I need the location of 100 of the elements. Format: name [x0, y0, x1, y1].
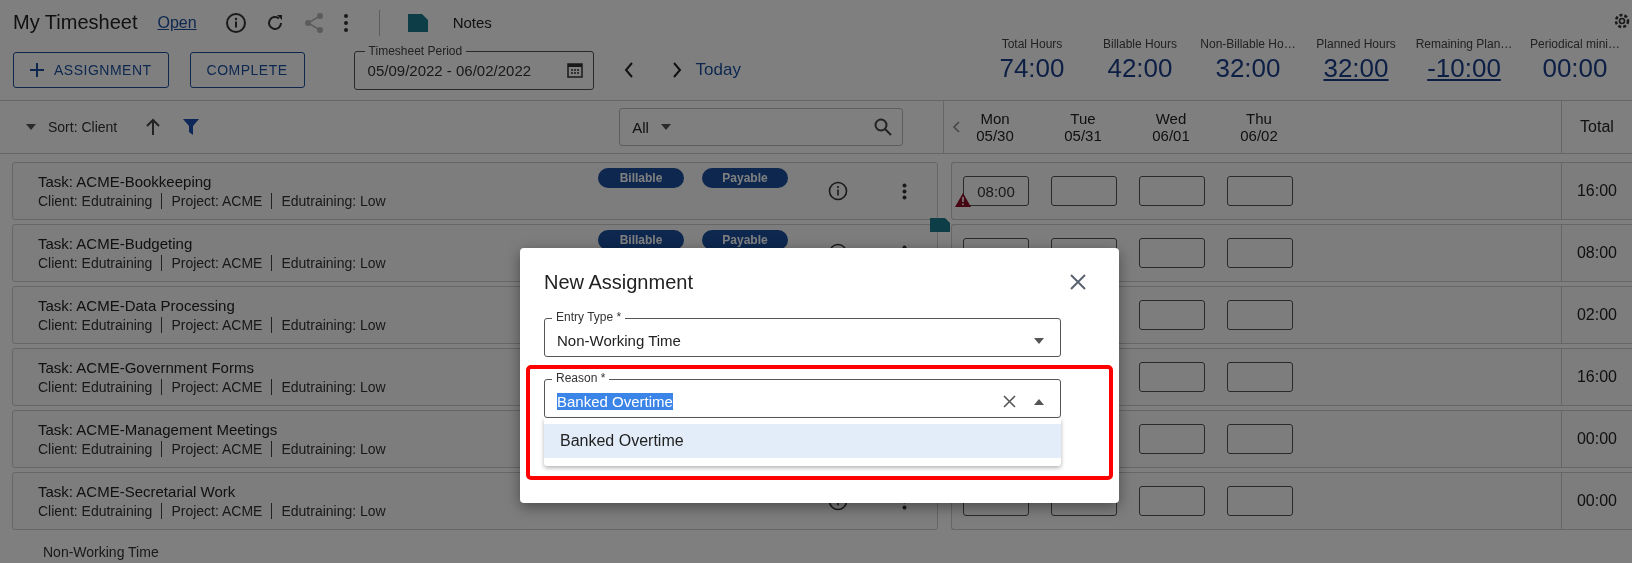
row-total: 16:00 — [1561, 163, 1632, 219]
hours-input[interactable] — [1139, 176, 1205, 206]
task-detail: Project: ACME — [161, 441, 272, 457]
plus-icon — [30, 63, 44, 77]
task-detail: Edutraining: Low — [271, 503, 395, 519]
summary-label: Remaining Plan… — [1415, 37, 1513, 51]
today-link[interactable]: Today — [695, 60, 741, 80]
summary-link[interactable]: -10:00 — [1427, 53, 1501, 84]
chevron-left-icon[interactable] — [952, 121, 960, 133]
hours-input[interactable] — [1051, 176, 1117, 206]
tag-badge: Payable — [702, 230, 788, 250]
filter-icon[interactable] — [183, 119, 200, 135]
day-date: 06/01 — [1152, 127, 1190, 144]
status-link[interactable]: Open — [157, 13, 197, 32]
task-detail: Client: Edutraining — [38, 379, 154, 395]
row-total: 00:00 — [1561, 473, 1632, 529]
task-detail: Edutraining: Low — [271, 379, 395, 395]
total-header: Total — [1561, 101, 1632, 153]
task-title: Task: ACME-Data Processing — [38, 297, 236, 314]
hours-input[interactable] — [1227, 424, 1293, 454]
field-value: Banked Overtime — [557, 393, 673, 410]
summary-value: 00:00 — [1542, 53, 1608, 84]
notes-label[interactable]: Notes — [452, 14, 492, 31]
caret-icon — [660, 124, 671, 130]
info-icon[interactable] — [828, 181, 848, 201]
filter-dropdown[interactable]: All — [619, 108, 904, 146]
tag-badge: Payable — [702, 168, 788, 188]
hours-input[interactable] — [1227, 176, 1293, 206]
group-label: Non-Working Time — [43, 544, 160, 560]
sort-label[interactable]: Sort: Client — [48, 119, 118, 135]
task-detail: Project: ACME — [161, 379, 272, 395]
task-detail: Edutraining: Low — [271, 255, 395, 271]
task-detail: Edutraining: Low — [271, 193, 395, 209]
hours-input[interactable] — [1139, 486, 1205, 516]
calendar-icon[interactable] — [566, 62, 583, 78]
next-icon[interactable] — [671, 62, 682, 78]
day-date: 05/31 — [1064, 127, 1102, 144]
more-icon[interactable] — [902, 182, 907, 200]
hours-input[interactable] — [1139, 300, 1205, 330]
settings-icon[interactable] — [1612, 11, 1632, 31]
hours-input[interactable] — [1227, 486, 1293, 516]
task-title: Task: ACME-Government Forms — [38, 359, 255, 376]
close-icon[interactable] — [1070, 274, 1086, 290]
summary-link[interactable]: 32:00 — [1323, 53, 1389, 84]
hours-input[interactable] — [1227, 300, 1293, 330]
previous-icon[interactable] — [623, 62, 634, 78]
add-assignment-button[interactable]: ASSIGNMENT — [13, 52, 169, 88]
day-header: Thu — [1246, 110, 1272, 127]
note-icon[interactable] — [407, 13, 428, 32]
task-detail: Client: Edutraining — [38, 503, 154, 519]
note-icon[interactable] — [930, 218, 950, 232]
task-detail: Client: Edutraining — [38, 193, 154, 209]
task-detail: Client: Edutraining — [38, 441, 154, 457]
task-detail: Project: ACME — [161, 193, 272, 209]
day-date: 05/30 — [976, 127, 1014, 144]
caret-icon — [1034, 337, 1044, 344]
task-detail: Project: ACME — [161, 317, 272, 333]
hours-input[interactable] — [1139, 238, 1205, 268]
row-total: 16:00 — [1561, 349, 1632, 405]
task-detail: Client: Edutraining — [38, 317, 154, 333]
page-title: My Timesheet — [13, 11, 138, 34]
field-label: Timesheet Period — [364, 43, 467, 58]
day-header: Tue — [1070, 110, 1096, 127]
task-detail: Project: ACME — [161, 255, 272, 271]
day-header: Wed — [1155, 110, 1187, 127]
hours-input[interactable] — [1227, 362, 1293, 392]
summary-value: 74:00 — [999, 53, 1065, 84]
day-header: Mon — [980, 110, 1010, 127]
caret-icon[interactable] — [26, 124, 36, 130]
row-total: 08:00 — [1561, 225, 1632, 281]
hours-input[interactable] — [1139, 362, 1205, 392]
task-detail: Edutraining: Low — [271, 317, 395, 333]
row-total: 00:00 — [1561, 411, 1632, 467]
complete-button[interactable]: COMPLETE — [189, 52, 305, 88]
task-card[interactable]: Task: ACME-Bookkeeping Client: Edutraining Project: ACME Edutraining: Low Billable Payable — [12, 162, 938, 220]
summary-value: 32:00 — [1215, 53, 1281, 84]
task-title: Task: ACME-Budgeting — [38, 235, 194, 252]
hours-input[interactable] — [1227, 238, 1293, 268]
search-icon[interactable] — [874, 118, 893, 136]
info-icon[interactable] — [224, 11, 247, 34]
summary-label: Total Hours — [1001, 37, 1063, 51]
task-title: Task: ACME-Secretarial Work — [38, 483, 237, 500]
hours-input[interactable]: 08:00 — [963, 176, 1029, 206]
hours-input[interactable] — [1139, 424, 1205, 454]
day-date: 06/02 — [1240, 127, 1278, 144]
tag-badge: Billable — [598, 168, 684, 188]
task-title: Task: ACME-Management Meetings — [38, 421, 279, 438]
tag-badge: Billable — [598, 230, 684, 250]
summary-label: Planned Hours — [1316, 37, 1396, 51]
task-detail: Edutraining: Low — [271, 441, 395, 457]
clear-icon[interactable] — [1003, 395, 1016, 408]
task-title: Task: ACME-Bookkeeping — [38, 173, 213, 190]
field-label: Entry Type * — [552, 310, 626, 325]
dropdown-option[interactable]: Banked Overtime — [544, 424, 1061, 458]
more-icon[interactable] — [342, 12, 349, 33]
summary-value: 42:00 — [1107, 53, 1173, 84]
caret-icon — [1034, 398, 1044, 405]
summary-label: Billable Hours — [1102, 37, 1177, 51]
arrow-up-icon[interactable] — [145, 118, 162, 136]
task-detail: Client: Edutraining — [38, 255, 154, 271]
